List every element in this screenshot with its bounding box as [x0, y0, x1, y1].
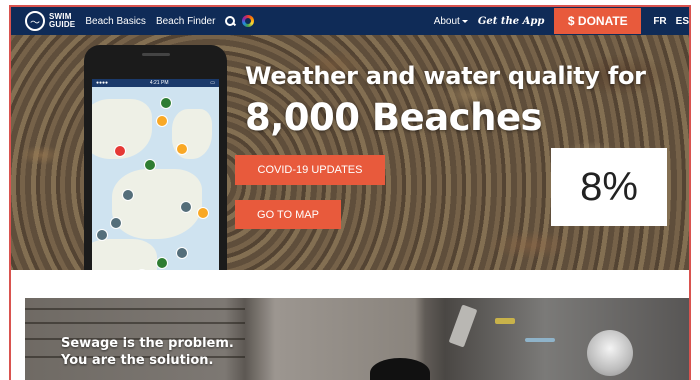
nav-link-beach-finder[interactable]: Beach Finder	[156, 16, 215, 27]
phone-time: 4:21 PM	[149, 80, 169, 86]
about-label: About	[433, 15, 460, 27]
map-pin-icon[interactable]	[160, 97, 172, 109]
map-pin-icon[interactable]	[122, 189, 134, 201]
map-land	[92, 239, 157, 270]
sewage-line2: You are the solution.	[61, 353, 214, 368]
map-pin-icon[interactable]	[96, 229, 108, 241]
debris	[495, 318, 515, 324]
map-pin-icon[interactable]	[156, 257, 168, 269]
map-pin-icon[interactable]	[180, 201, 192, 213]
get-the-app-link[interactable]: Get the App	[478, 16, 544, 27]
map-screen: ●●●● 4:21 PM ▭	[92, 79, 219, 270]
search-icon[interactable]	[224, 15, 236, 27]
map-pin-icon[interactable]	[144, 159, 156, 171]
sewage-line1: Sewage is the problem.	[61, 336, 234, 351]
lang-fr-link[interactable]: FR	[653, 16, 666, 27]
donate-button[interactable]: $ DONATE	[554, 8, 642, 34]
debris	[525, 338, 555, 342]
map-pin-icon[interactable]	[156, 115, 168, 127]
covid-updates-button[interactable]: COVID-19 UPDATES	[235, 155, 385, 185]
top-nav: 〜 SWIM GUIDE Beach Basics Beach Finder A…	[11, 7, 689, 35]
dock-plank-line	[25, 308, 245, 310]
phone-mockup: ●●●● 4:21 PM ▭	[84, 45, 227, 270]
logo-text: SWIM GUIDE	[49, 13, 75, 29]
caret-down-icon	[461, 19, 468, 23]
map-pin-icon[interactable]	[110, 217, 122, 229]
dock-plank-line	[25, 322, 245, 324]
phone-status-bar: ●●●● 4:21 PM ▭	[92, 79, 219, 87]
about-menu[interactable]: About	[434, 16, 468, 27]
rainbow-icon[interactable]	[242, 15, 255, 27]
sewage-banner: Sewage is the problem. You are the solut…	[25, 298, 689, 380]
lang-es-link[interactable]: ES	[676, 16, 689, 27]
hero-count: 8,000 Beaches	[245, 96, 543, 139]
bird-silhouette	[370, 358, 430, 380]
swim-guide-logo[interactable]: 〜 SWIM GUIDE	[25, 11, 75, 31]
phone-speaker	[142, 53, 170, 56]
signal-indicator: ●●●●	[96, 80, 109, 86]
battery-icon: ▭	[210, 80, 215, 86]
plastic-cup	[587, 330, 633, 376]
nav-link-beach-basics[interactable]: Beach Basics	[85, 16, 146, 27]
map-pin-icon[interactable]	[176, 247, 188, 259]
map-pin-icon[interactable]	[197, 207, 209, 219]
swimmer-icon: 〜	[25, 11, 45, 31]
go-to-map-button[interactable]: GO TO MAP	[235, 200, 341, 229]
hero-title: Weather and water quality for	[245, 62, 646, 90]
debris	[448, 304, 478, 348]
percent-overlay: 8%	[551, 148, 667, 226]
map-pin-icon[interactable]	[114, 145, 126, 157]
map-pin-icon[interactable]	[176, 143, 188, 155]
logo-line2: GUIDE	[49, 20, 76, 29]
